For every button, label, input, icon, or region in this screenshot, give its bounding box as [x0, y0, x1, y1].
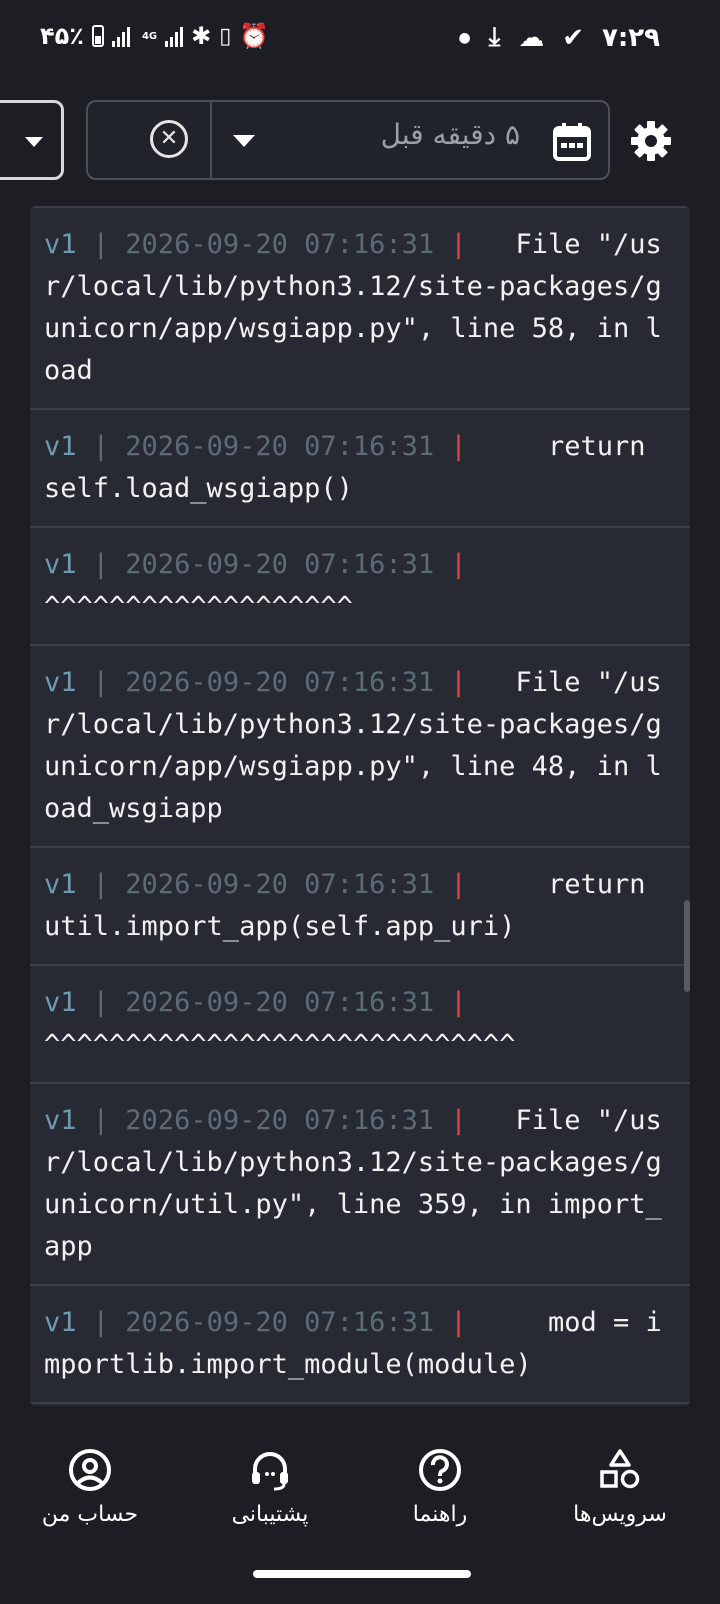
- log-service: v1: [44, 869, 77, 900]
- nav-help-label: راهنما: [412, 1502, 468, 1527]
- close-circle-icon[interactable]: ✕: [150, 120, 188, 158]
- network-type: 4G: [141, 30, 158, 42]
- log-timestamp: 2026-09-20 07:16:31: [125, 431, 435, 462]
- log-entry: v1 | 2026-09-20 07:16:31 | File "/usr/lo…: [30, 1084, 690, 1286]
- secondary-dropdown[interactable]: [0, 100, 64, 180]
- alarm-icon: ⏰: [239, 22, 270, 50]
- log-separator: |: [76, 1307, 126, 1338]
- nav-help[interactable]: راهنما: [365, 1448, 515, 1527]
- home-indicator[interactable]: [253, 1570, 471, 1578]
- log-service: v1: [44, 987, 77, 1018]
- nav-services-label: سرویس‌ها: [573, 1502, 667, 1527]
- log-entry: v1 | 2026-09-20 07:16:31 | return util.i…: [30, 848, 690, 966]
- log-timestamp: 2026-09-20 07:16:31: [125, 229, 435, 260]
- log-pipe: |: [434, 869, 483, 900]
- nav-account[interactable]: حساب من: [15, 1448, 165, 1527]
- help-icon: [419, 1449, 461, 1491]
- notification-dot-icon: ●: [458, 29, 471, 46]
- calendar-icon[interactable]: [552, 122, 592, 162]
- log-pipe: |: [434, 987, 483, 1018]
- chat-icon: ☁: [518, 22, 545, 53]
- log-timestamp: 2026-09-20 07:16:31: [125, 667, 435, 698]
- log-pipe: |: [434, 1307, 483, 1338]
- log-service: v1: [44, 431, 77, 462]
- log-entry: v1 | 2026-09-20 07:16:31 | File "/usr/lo…: [30, 646, 690, 848]
- log-pipe: |: [434, 229, 483, 260]
- scrollbar-thumb[interactable]: [684, 900, 690, 992]
- battery-icon: [91, 25, 104, 47]
- log-timestamp: 2026-09-20 07:16:31: [125, 1105, 435, 1136]
- log-service: v1: [44, 667, 77, 698]
- status-right: ● ⤓ ☁ ✔ ۷:۲۹: [458, 22, 660, 53]
- services-icon: [600, 1449, 640, 1489]
- nav-account-label: حساب من: [41, 1502, 139, 1527]
- log-timestamp: 2026-09-20 07:16:31: [125, 1307, 435, 1338]
- battery-percent: ۴۵٪: [40, 22, 84, 50]
- vibrate-icon: ▯: [219, 23, 232, 49]
- gear-icon[interactable]: [630, 120, 672, 162]
- nav-support[interactable]: پشتیبانی: [195, 1448, 345, 1527]
- time-filter-dropdown-icon[interactable]: [233, 135, 255, 147]
- log-service: v1: [44, 1105, 77, 1136]
- filter-divider: [210, 100, 212, 180]
- status-bar: ۴۵٪ 4G ✱ ▯ ⏰ ● ⤓ ☁ ✔ ۷:۲۹: [0, 0, 720, 80]
- log-timestamp: 2026-09-20 07:16:31: [125, 869, 435, 900]
- headset-icon: [252, 1452, 288, 1491]
- download-icon: ⤓: [488, 22, 501, 52]
- log-entry: v1 | 2026-09-20 07:16:31 | ^^^^^^^^^^^^^…: [30, 528, 690, 646]
- log-entry: v1 | 2026-09-20 07:16:31 | ^^^^^^^^^^^^^…: [30, 966, 690, 1084]
- log-entry: v1 | 2026-09-20 07:16:31 | File "/usr/lo…: [30, 206, 690, 410]
- log-separator: |: [76, 667, 126, 698]
- log-separator: |: [76, 1105, 126, 1136]
- log-service: v1: [44, 549, 77, 580]
- clock-time: ۷:۲۹: [601, 22, 660, 53]
- account-icon: [69, 1449, 111, 1491]
- log-entry: v1 | 2026-09-20 07:16:31 | return self.l…: [30, 410, 690, 528]
- log-service: v1: [44, 229, 77, 260]
- log-pipe: |: [434, 431, 483, 462]
- signal-icon: [111, 25, 130, 47]
- log-pipe: |: [434, 667, 483, 698]
- time-filter-value[interactable]: ۵ دقیقه قبل: [300, 118, 520, 151]
- log-separator: |: [76, 549, 126, 580]
- shield-icon: ✔: [562, 22, 584, 53]
- log-pipe: |: [434, 549, 483, 580]
- chevron-down-icon: [25, 137, 43, 147]
- nav-services[interactable]: سرویس‌ها: [545, 1448, 695, 1527]
- log-separator: |: [76, 869, 126, 900]
- log-separator: |: [76, 229, 126, 260]
- log-pipe: |: [434, 1105, 483, 1136]
- log-separator: |: [76, 987, 126, 1018]
- signal-icon-2: [165, 25, 184, 47]
- log-service: v1: [44, 1307, 77, 1338]
- log-panel[interactable]: v1 | 2026-09-20 07:16:31 | File "/usr/lo…: [30, 206, 690, 1406]
- log-timestamp: 2026-09-20 07:16:31: [125, 549, 435, 580]
- log-separator: |: [76, 431, 126, 462]
- bluetooth-icon: ✱: [191, 22, 212, 50]
- status-left: ۴۵٪ 4G ✱ ▯ ⏰: [40, 22, 269, 50]
- log-timestamp: 2026-09-20 07:16:31: [125, 987, 435, 1018]
- log-entry: v1 | 2026-09-20 07:16:31 | mod = importl…: [30, 1286, 690, 1404]
- nav-support-label: پشتیبانی: [231, 1502, 309, 1527]
